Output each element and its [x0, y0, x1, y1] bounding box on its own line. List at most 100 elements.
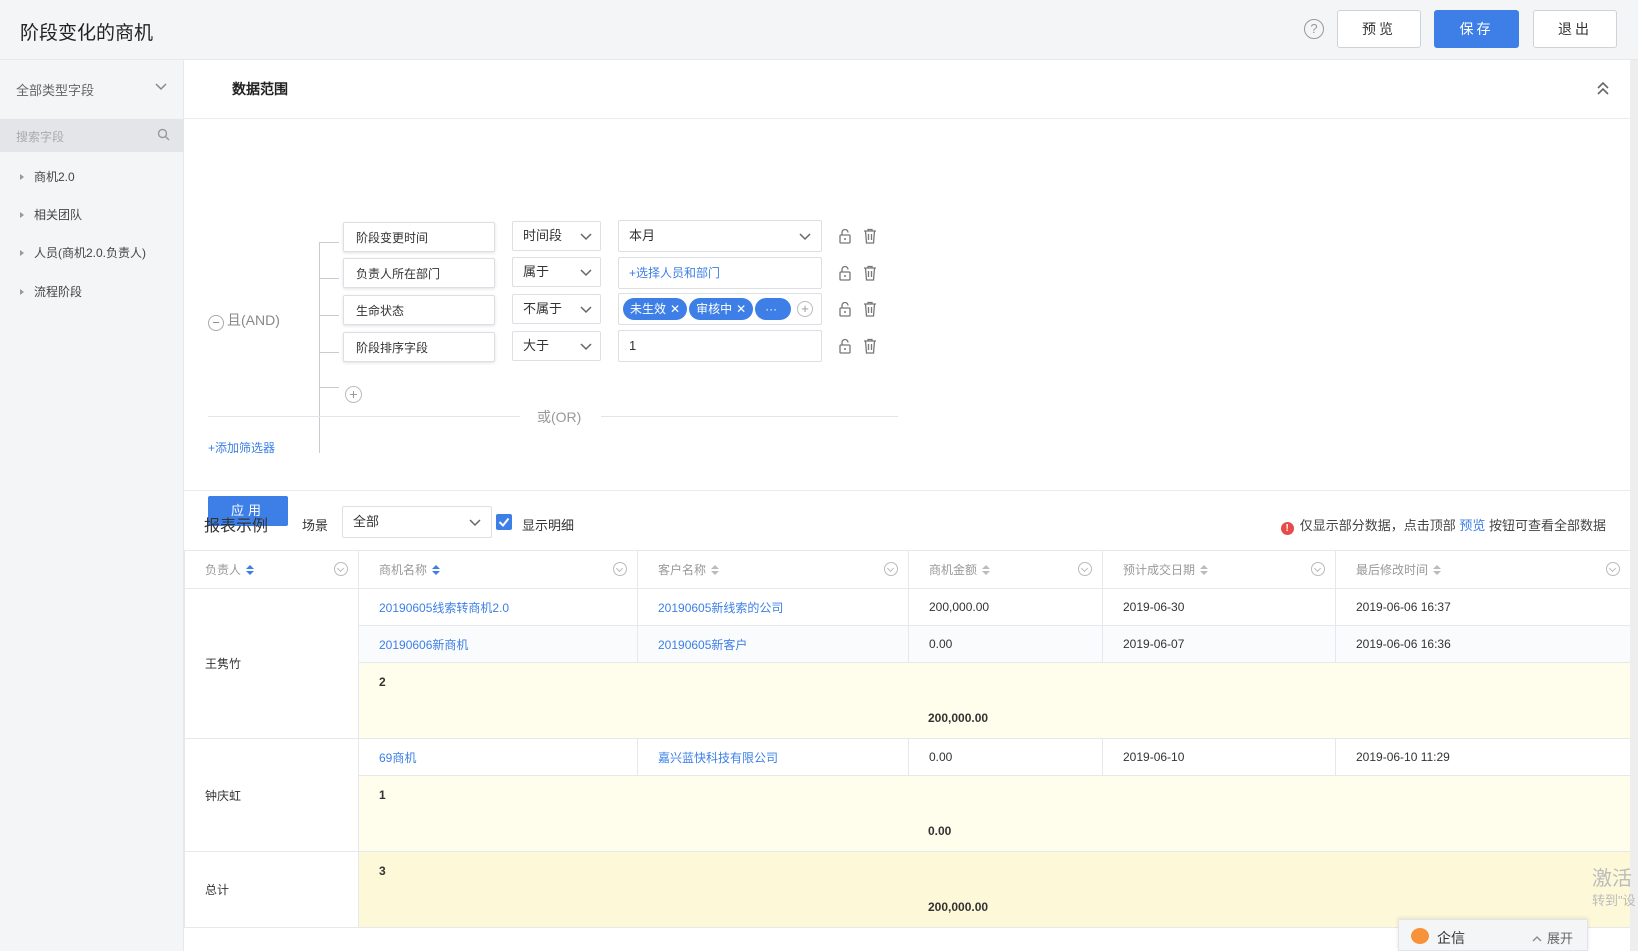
note-text: 仅显示部分数据，点击顶部 [1299, 518, 1456, 533]
subtotal-count: 2 [379, 675, 386, 689]
condition-operator-select[interactable]: 大于 [512, 331, 601, 361]
tree-connector [319, 242, 320, 453]
sort-icon[interactable] [1199, 564, 1209, 576]
condition-value-select[interactable]: 本月 [618, 220, 822, 252]
sidebar-item-opportunity[interactable]: 商机2.0 [20, 168, 75, 185]
scene-select[interactable]: 全部 [342, 506, 492, 538]
sort-icon[interactable] [431, 564, 441, 576]
customer-link[interactable]: 20190605新客户 [637, 625, 909, 663]
condition-field[interactable]: 阶段排序字段 [343, 332, 495, 362]
data-range-header: 数据范围 [184, 60, 1630, 119]
collapse-up-icon[interactable] [1596, 80, 1610, 96]
delete-icon[interactable] [863, 265, 877, 281]
scene-label: 场景 [302, 518, 329, 533]
customer-link[interactable]: 嘉兴蓝快科技有限公司 [637, 738, 909, 776]
lock-icon[interactable] [838, 228, 852, 244]
collapse-minus-icon[interactable]: − [208, 315, 224, 331]
operator-value: 不属于 [523, 301, 563, 316]
tree-branch [319, 315, 339, 316]
sidebar-item-stage[interactable]: 流程阶段 [20, 283, 82, 300]
column-header[interactable]: 客户名称 [637, 550, 909, 589]
chevron-up-icon [1532, 936, 1542, 942]
modified-time-cell: 2019-06-06 16:37 [1335, 588, 1631, 626]
condition-field[interactable]: 负责人所在部门 [343, 258, 495, 288]
subtotal-cell: 2 200,000.00 [358, 662, 1631, 739]
column-filter-icon[interactable] [334, 562, 348, 576]
total-label: 总计 [184, 851, 359, 928]
sort-icon[interactable] [710, 564, 720, 576]
report-table: 负责人 商机名称 客户名称 商机金额 预计成交日期 最后修改时间 王隽竹 201… [184, 550, 1631, 928]
condition-field[interactable]: 阶段变更时间 [343, 222, 495, 252]
chevron-down-icon [580, 306, 592, 314]
condition-operator-select[interactable]: 不属于 [512, 294, 601, 324]
column-header[interactable]: 商机名称 [358, 550, 638, 589]
table-header-row: 负责人 商机名称 客户名称 商机金额 预计成交日期 最后修改时间 [184, 550, 1631, 589]
chat-bar[interactable]: 企信 展开 [1398, 919, 1588, 951]
column-filter-icon[interactable] [884, 562, 898, 576]
scrollbar[interactable] [1630, 60, 1638, 951]
lock-icon[interactable] [838, 265, 852, 281]
lock-icon[interactable] [838, 301, 852, 317]
note-preview-link[interactable]: 预览 [1459, 518, 1485, 533]
add-filter-link[interactable]: +添加筛选器 [208, 439, 275, 456]
condition-tag-input[interactable]: 未生效 ✕ 审核中 ✕ ··· + [618, 293, 822, 325]
status-tag[interactable]: 审核中 ✕ [689, 298, 754, 320]
delete-icon[interactable] [863, 338, 877, 354]
help-icon[interactable]: ? [1304, 19, 1324, 39]
page-title: 阶段变化的商机 [20, 23, 154, 44]
delete-icon[interactable] [863, 301, 877, 317]
close-date-cell: 2019-06-10 [1102, 738, 1336, 776]
show-detail-checkbox[interactable] [496, 514, 512, 530]
column-header[interactable]: 商机金额 [908, 550, 1103, 589]
exit-button[interactable]: 退出 [1533, 10, 1617, 48]
column-title: 预计成交日期 [1123, 563, 1196, 577]
field-type-select-value: 全部类型字段 [16, 83, 95, 98]
save-button[interactable]: 保存 [1434, 10, 1519, 48]
column-header[interactable]: 负责人 [184, 550, 359, 589]
subtotal-cell: 1 0.00 [358, 775, 1631, 852]
column-filter-icon[interactable] [1078, 562, 1092, 576]
chat-name: 企信 [1437, 930, 1465, 946]
sidebar-item-team[interactable]: 相关团队 [20, 206, 82, 223]
chevron-down-icon [799, 233, 811, 241]
lock-icon[interactable] [838, 338, 852, 354]
preview-button[interactable]: 预览 [1337, 10, 1421, 48]
and-group-label[interactable]: − 且(AND) [208, 310, 280, 331]
tree-branch [319, 352, 339, 353]
condition-operator-select[interactable]: 属于 [512, 257, 601, 287]
field-type-select[interactable]: 全部类型字段 [16, 80, 168, 100]
field-search-input[interactable]: 搜索字段 [0, 119, 184, 152]
status-tag[interactable]: 未生效 ✕ [623, 298, 688, 320]
condition-operator-select[interactable]: 时间段 [512, 221, 601, 251]
chat-expand-button[interactable]: 展开 [1532, 928, 1573, 947]
chevron-down-icon [155, 83, 167, 91]
report-header: 报表示例 场景 全部 显示明细 ! 仅显示部分数据，点击顶部 预览 按钮可查看全部… [184, 491, 1630, 555]
sidebar-item-person[interactable]: 人员(商机2.0.负责人) [20, 244, 146, 261]
table-row: 钟庆虹 69商机 嘉兴蓝快科技有限公司 0.00 2019-06-10 2019… [184, 738, 1631, 852]
sort-icon[interactable] [981, 564, 991, 576]
amount-cell: 0.00 [908, 625, 1103, 663]
main-content: 数据范围 − 且(AND) 阶段变更时间 时间段 本月 负责人所在部门 属于 +选… [184, 60, 1638, 951]
column-header[interactable]: 预计成交日期 [1102, 550, 1336, 589]
tree-branch [319, 242, 339, 243]
opportunity-link[interactable]: 69商机 [358, 738, 638, 776]
remove-tag-icon[interactable]: ✕ [670, 302, 680, 316]
condition-field[interactable]: 生命状态 [343, 295, 495, 325]
opportunity-link[interactable]: 20190605线索转商机2.0 [358, 588, 638, 626]
more-tags-button[interactable]: ··· [755, 298, 792, 320]
remove-tag-icon[interactable]: ✕ [736, 302, 746, 316]
column-filter-icon[interactable] [613, 562, 627, 576]
subtotal-amount: 200,000.00 [928, 711, 989, 725]
opportunity-link[interactable]: 20190606新商机 [358, 625, 638, 663]
add-tag-icon[interactable]: + [797, 301, 813, 317]
sort-icon[interactable] [1432, 564, 1442, 576]
column-filter-icon[interactable] [1311, 562, 1325, 576]
delete-icon[interactable] [863, 228, 877, 244]
add-condition-icon[interactable]: + [345, 386, 362, 403]
column-filter-icon[interactable] [1606, 562, 1620, 576]
select-person-dept-button[interactable]: +选择人员和部门 [618, 257, 822, 289]
condition-value-input[interactable]: 1 [618, 330, 822, 362]
customer-link[interactable]: 20190605新线索的公司 [637, 588, 909, 626]
column-header[interactable]: 最后修改时间 [1335, 550, 1631, 589]
sort-icon[interactable] [245, 564, 255, 576]
